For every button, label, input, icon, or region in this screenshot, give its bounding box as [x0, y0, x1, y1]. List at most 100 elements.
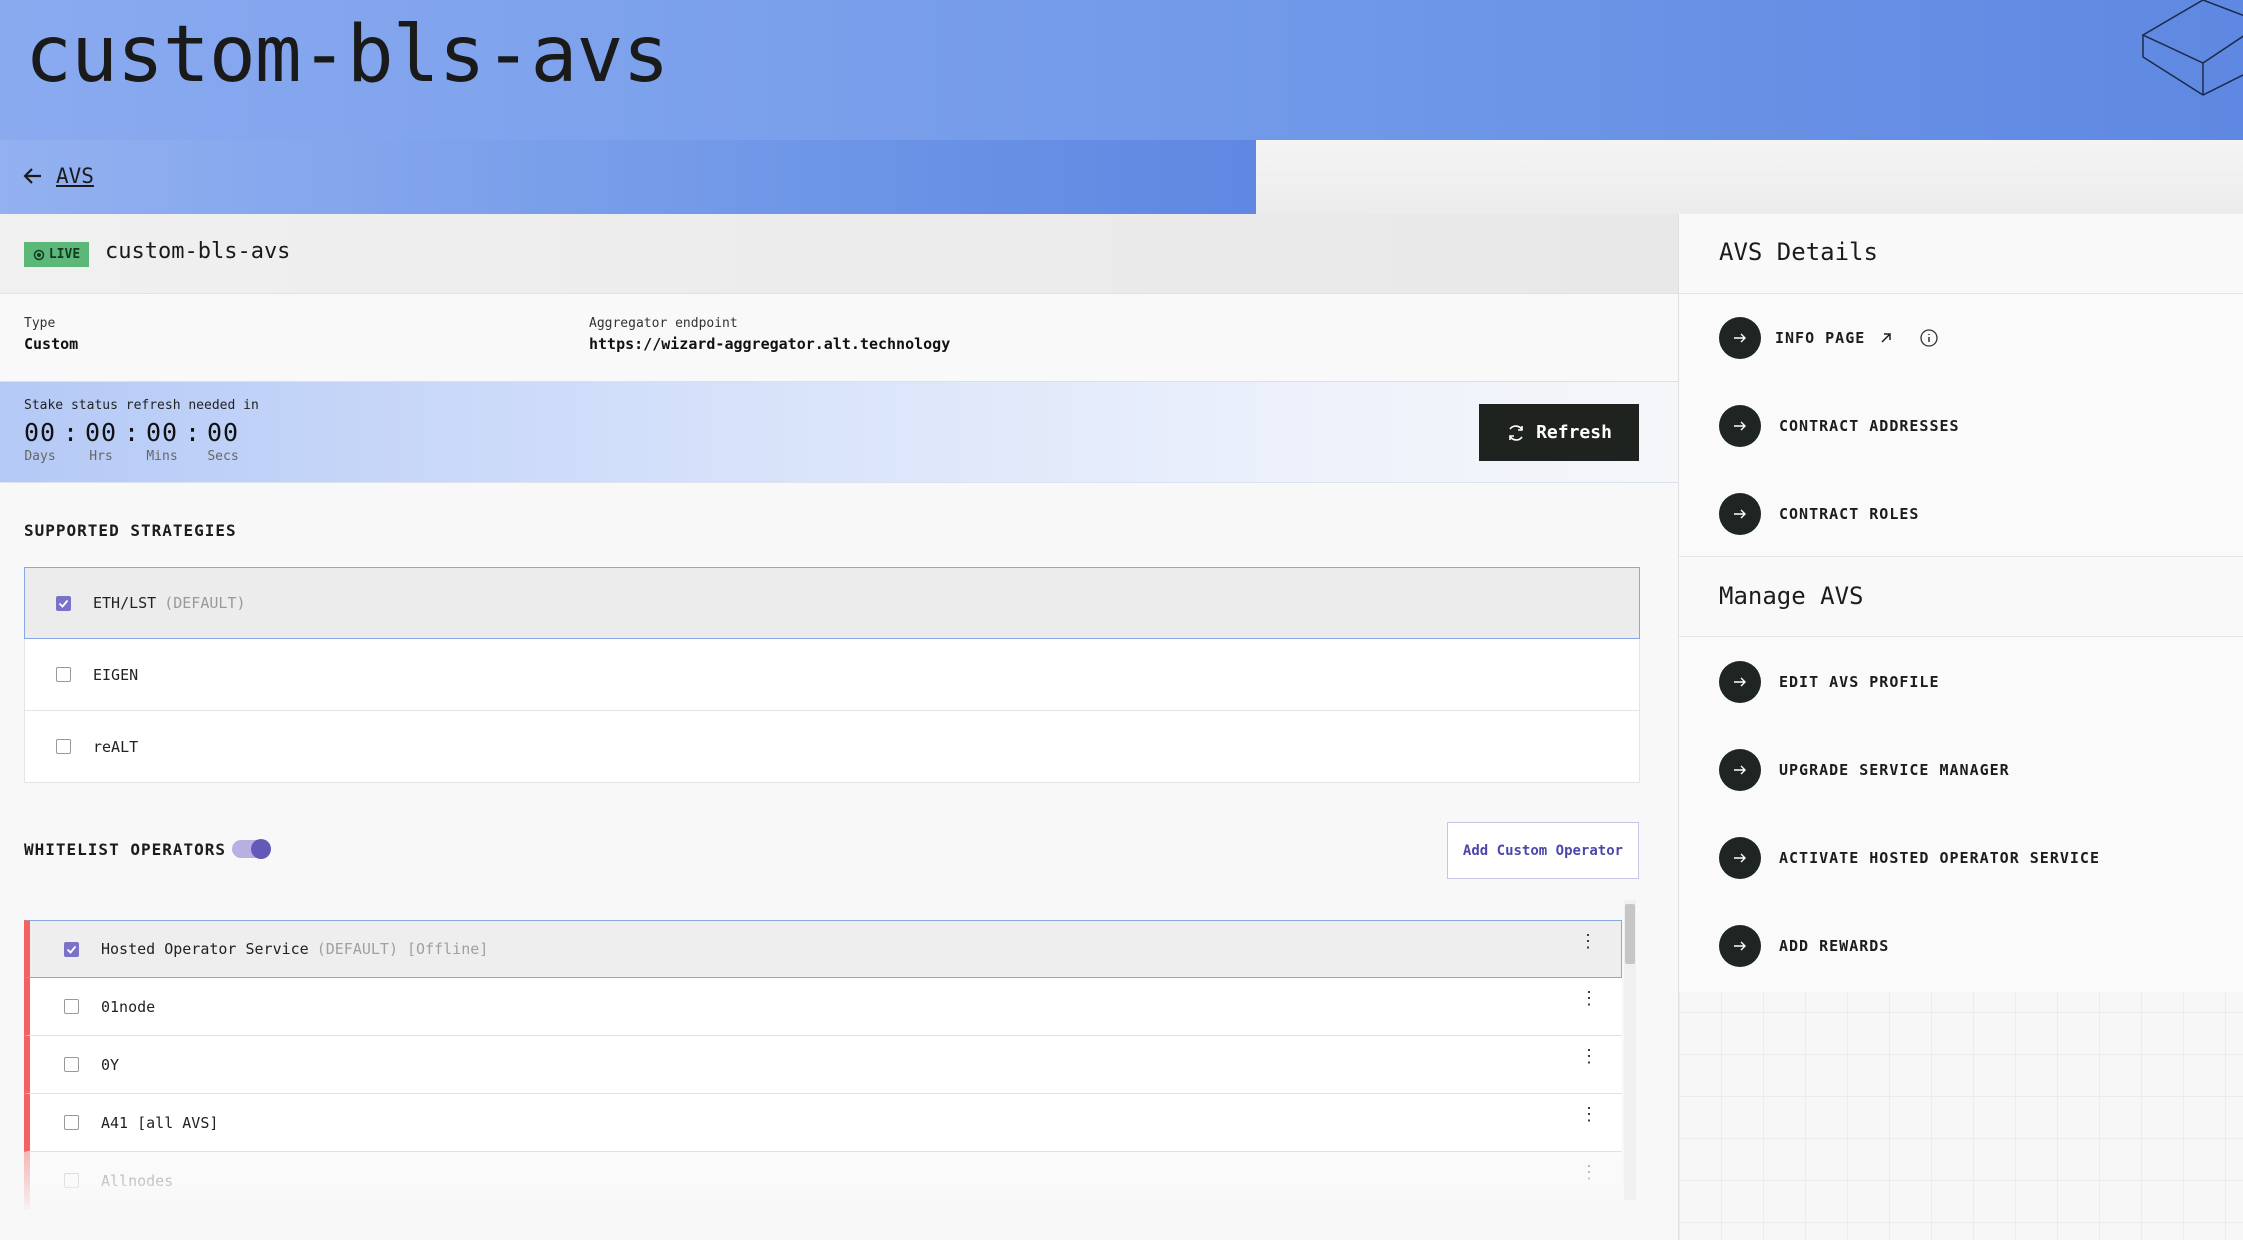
kebab-menu-icon[interactable]: ⋮ — [1579, 933, 1597, 951]
info-page-link[interactable]: INFO PAGE — [1719, 317, 1939, 359]
toggle-knob — [251, 839, 271, 859]
edit-avs-profile-link[interactable]: EDIT AVS PROFILE — [1719, 661, 1940, 703]
operator-checkbox[interactable] — [64, 999, 79, 1014]
operator-checkbox[interactable] — [64, 1057, 79, 1072]
aggregator-value: https://wizard-aggregator.alt.technology — [589, 335, 951, 353]
aggregator-field: Aggregator endpoint https://wizard-aggre… — [589, 316, 950, 353]
refresh-icon — [1509, 424, 1523, 441]
strategy-row-eth-lst[interactable]: ETH/LST (DEFAULT) — [24, 567, 1640, 639]
avs-details-title: AVS Details — [1719, 238, 1878, 266]
timer-mins-label: Mins — [146, 449, 178, 464]
type-field: Type Custom — [24, 316, 78, 353]
contract-addresses-label: CONTRACT ADDRESSES — [1779, 417, 1960, 435]
upgrade-service-manager-link[interactable]: UPGRADE SERVICE MANAGER — [1719, 749, 2010, 791]
operator-list-scrollbar[interactable] — [1624, 900, 1636, 1200]
operator-row[interactable]: 01node ⋮ — [24, 978, 1622, 1036]
timer-separator: : — [62, 418, 79, 447]
scrollbar-thumb[interactable] — [1625, 904, 1635, 964]
avs-info-row: Type Custom Aggregator endpoint https://… — [0, 294, 1678, 381]
upgrade-service-manager-label: UPGRADE SERVICE MANAGER — [1779, 761, 2010, 779]
operator-name: A41 [all AVS] — [101, 1113, 219, 1132]
aggregator-label: Aggregator endpoint — [589, 316, 738, 331]
activate-hosted-operator-link[interactable]: ACTIVATE HOSTED OPERATOR SERVICE — [1719, 837, 2100, 879]
strategy-row-realt[interactable]: reALT — [24, 711, 1640, 783]
type-value: Custom — [24, 335, 79, 353]
kebab-menu-icon[interactable]: ⋮ — [1580, 1048, 1598, 1066]
strategy-checkbox[interactable] — [56, 739, 71, 754]
operator-row[interactable]: A41 [all AVS] ⋮ — [24, 1094, 1622, 1152]
add-rewards-label: ADD REWARDS — [1779, 937, 1890, 955]
strategy-name: EIGEN — [93, 665, 139, 684]
info-icon[interactable] — [1919, 328, 1939, 348]
stake-refresh-label: Stake status refresh needed in — [24, 398, 259, 413]
external-link-icon — [1881, 333, 1892, 343]
arrow-right-icon — [1719, 749, 1761, 791]
status-badge: LIVE — [24, 242, 89, 267]
contract-addresses-link[interactable]: CONTRACT ADDRESSES — [1719, 405, 1960, 447]
operator-name: 01node — [101, 997, 156, 1016]
strategy-checkbox[interactable] — [56, 667, 71, 682]
timer-days-label: Days — [24, 449, 56, 464]
activate-hosted-operator-label: ACTIVATE HOSTED OPERATOR SERVICE — [1779, 849, 2100, 867]
operator-name: 0Y — [101, 1055, 120, 1074]
arrow-right-icon — [1719, 493, 1761, 535]
operator-list: Hosted Operator Service (DEFAULT) [Offli… — [24, 920, 1622, 1210]
kebab-menu-icon[interactable]: ⋮ — [1580, 1106, 1598, 1124]
avs-name-bar: LIVE custom-bls-avs — [0, 214, 1678, 294]
timer-separator: : — [184, 418, 201, 447]
status-badge-label: LIVE — [48, 247, 81, 262]
stake-refresh-bar: Stake status refresh needed in 00 Days : … — [0, 381, 1678, 483]
timer-hrs: 00 — [84, 418, 118, 447]
contract-roles-label: CONTRACT ROLES — [1779, 505, 1920, 523]
timer-days: 00 — [23, 418, 57, 447]
arrow-right-icon — [1719, 925, 1761, 967]
refresh-button-label: Refresh — [1536, 422, 1612, 443]
operator-checkbox[interactable] — [64, 1115, 79, 1130]
operator-row[interactable]: 0Y ⋮ — [24, 1036, 1622, 1094]
arrow-right-icon — [1719, 837, 1761, 879]
kebab-menu-icon[interactable]: ⋮ — [1580, 990, 1598, 1008]
page-title: custom-bls-avs — [25, 10, 669, 100]
timer-secs-label: Secs — [207, 449, 239, 464]
strategy-list: ETH/LST (DEFAULT) EIGEN reALT — [24, 567, 1640, 783]
refresh-button[interactable]: Refresh — [1479, 404, 1639, 461]
arrow-right-icon — [1719, 317, 1761, 359]
side-card: AVS Details INFO PAGE CONTRACT ADDRESSES… — [1679, 214, 2243, 992]
edit-avs-profile-label: EDIT AVS PROFILE — [1779, 673, 1940, 691]
timer-secs: 00 — [206, 418, 240, 447]
whitelist-operators-title: WHITELIST OPERATORS — [24, 840, 227, 859]
strategy-checkbox[interactable] — [56, 595, 71, 611]
whitelist-toggle[interactable] — [232, 839, 271, 859]
operator-checkbox[interactable] — [64, 1173, 79, 1188]
operator-checkbox[interactable] — [64, 941, 79, 957]
manage-avs-title: Manage AVS — [1719, 582, 1864, 610]
countdown-timer: 00 Days : 00 Hrs : 00 Mins : 00 Secs — [23, 418, 240, 464]
type-label: Type — [24, 316, 56, 331]
strategy-name: ETH/LST — [93, 594, 157, 612]
page-header: custom-bls-avs — [0, 0, 2243, 140]
arrow-left-icon[interactable] — [22, 165, 44, 187]
breadcrumb-spacer — [1256, 140, 2243, 214]
add-rewards-link[interactable]: ADD REWARDS — [1719, 925, 1889, 967]
operator-tag: (DEFAULT) [Offline] — [316, 940, 489, 958]
arrow-right-icon — [1719, 405, 1761, 447]
breadcrumb-back-link[interactable]: AVS — [56, 164, 94, 188]
arrow-right-icon — [1719, 661, 1761, 703]
add-custom-operator-button[interactable]: Add Custom Operator — [1447, 822, 1639, 879]
strategy-default-tag: (DEFAULT) — [164, 594, 246, 612]
contract-roles-link[interactable]: CONTRACT ROLES — [1719, 493, 1919, 535]
strategy-row-eigen[interactable]: EIGEN — [24, 639, 1640, 711]
avs-name: custom-bls-avs — [105, 239, 291, 264]
operator-row[interactable]: Allnodes ⋮ — [24, 1152, 1622, 1210]
breadcrumb: AVS — [22, 164, 94, 188]
check-icon — [58, 599, 69, 608]
side-panel: AVS Details INFO PAGE CONTRACT ADDRESSES… — [1678, 214, 2243, 1240]
live-dot-icon — [33, 249, 45, 260]
check-icon — [66, 945, 77, 954]
timer-separator: : — [123, 418, 140, 447]
timer-hrs-label: Hrs — [89, 449, 113, 464]
kebab-menu-icon[interactable]: ⋮ — [1580, 1164, 1598, 1182]
supported-strategies-title: SUPPORTED STRATEGIES — [24, 521, 237, 540]
breadcrumb-band: AVS — [0, 140, 1256, 214]
operator-row[interactable]: Hosted Operator Service (DEFAULT) [Offli… — [24, 920, 1622, 978]
